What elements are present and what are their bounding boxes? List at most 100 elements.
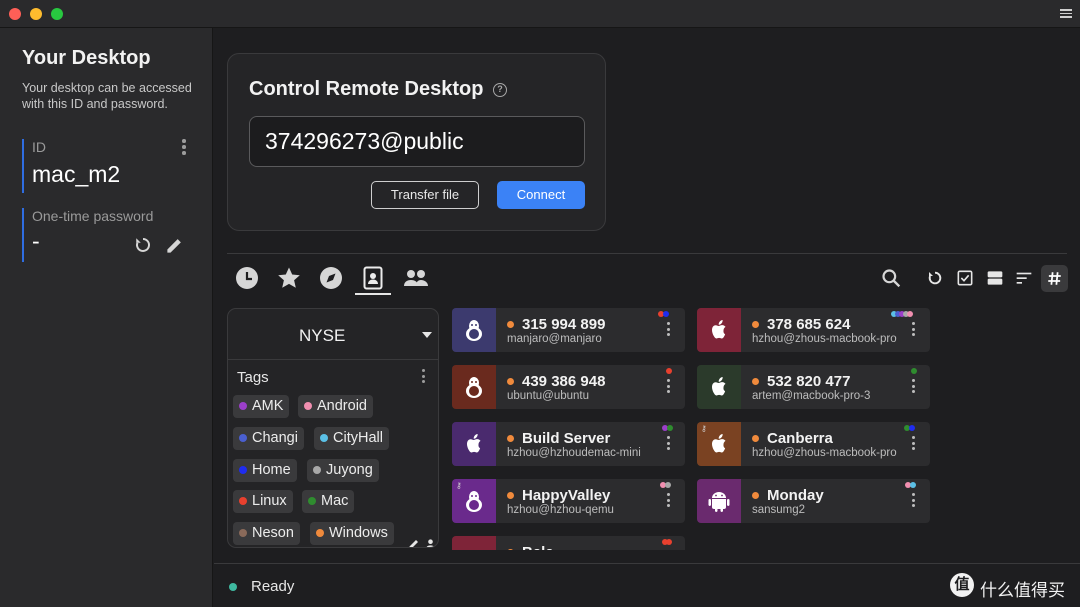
- peer-user: hzhou@hzhoudemac-mini: [507, 447, 641, 459]
- peer-avatar: ⚷: [697, 422, 741, 466]
- key-icon: ⚷: [701, 424, 707, 433]
- remote-id-input[interactable]: [249, 116, 585, 167]
- tag-label: Neson: [252, 525, 294, 541]
- peer-more-icon[interactable]: [912, 379, 916, 396]
- more-options-icon[interactable]: [182, 139, 186, 157]
- peer-card[interactable]: 378 685 624 hzhou@zhous-macbook-pro: [697, 308, 930, 352]
- peer-more-icon[interactable]: [667, 493, 671, 510]
- id-value[interactable]: mac_m2: [32, 161, 192, 188]
- select-checkbox-icon[interactable]: [957, 270, 977, 290]
- help-circle-icon[interactable]: ?: [493, 83, 507, 97]
- peer-id: Bala: [522, 544, 554, 550]
- tag-color-dot: [320, 434, 328, 442]
- peer-card[interactable]: 315 994 899 manjaro@manjaro: [452, 308, 685, 352]
- transfer-file-button[interactable]: Transfer file: [371, 181, 479, 209]
- online-status-dot: [507, 549, 514, 550]
- peer-card[interactable]: 532 820 477 artem@macbook-pro-3: [697, 365, 930, 409]
- linux-tux-icon: [466, 377, 482, 398]
- peer-card[interactable]: ⚷ HappyValley hzhou@hzhou-qemu: [452, 479, 685, 523]
- search-icon[interactable]: [881, 268, 901, 288]
- tag-chip[interactable]: Linux: [233, 490, 293, 513]
- apple-logo-icon: [712, 434, 726, 453]
- edit-pencil-icon[interactable]: [165, 236, 184, 260]
- tag-chip[interactable]: Home: [233, 459, 297, 482]
- peer-card[interactable]: Build Server hzhou@hzhoudemac-mini: [452, 422, 685, 466]
- address-book-icon[interactable]: [361, 266, 385, 290]
- online-status-dot: [507, 492, 514, 499]
- tag-label: Windows: [329, 525, 388, 541]
- peer-more-icon[interactable]: [912, 493, 916, 510]
- peer-more-icon[interactable]: [667, 322, 671, 339]
- discovered-compass-icon[interactable]: [319, 266, 343, 290]
- group-people-icon[interactable]: [403, 266, 428, 290]
- ready-status-dot: [229, 583, 237, 591]
- peer-id: Build Server: [522, 430, 611, 447]
- peer-id: HappyValley: [522, 487, 611, 504]
- sidebar-description: Your desktop can be accessed with this I…: [22, 81, 192, 111]
- tags-more-icon[interactable]: [422, 369, 426, 386]
- sort-icon[interactable]: [1016, 270, 1036, 290]
- tag-label: Home: [252, 462, 291, 478]
- tag-chip[interactable]: Neson: [233, 522, 300, 545]
- list-view-icon[interactable]: [987, 270, 1007, 290]
- peer-card[interactable]: ⚷ Canberra hzhou@zhous-macbook-pro: [697, 422, 930, 466]
- linux-tux-icon: [466, 491, 482, 512]
- refresh-icon[interactable]: [927, 270, 947, 290]
- apple-logo-icon: [467, 434, 481, 453]
- window-close-button[interactable]: [9, 8, 21, 20]
- tag-label: Linux: [252, 493, 287, 509]
- connect-button[interactable]: Connect: [497, 181, 585, 209]
- peer-card[interactable]: Monday sansumg2: [697, 479, 930, 523]
- hash-view-button[interactable]: [1041, 265, 1068, 292]
- tags-title: Tags: [237, 369, 269, 386]
- password-label: One-time password: [32, 208, 154, 224]
- peer-user: hzhou@zhous-macbook-pro: [752, 333, 897, 345]
- peer-card[interactable]: Bala: [452, 536, 685, 550]
- address-book-selector[interactable]: NYSE: [228, 309, 438, 360]
- peer-more-icon[interactable]: [912, 436, 916, 453]
- watermark-logo: 值: [950, 573, 974, 597]
- tag-label: Mac: [321, 493, 349, 509]
- person-icon[interactable]: [425, 537, 436, 547]
- history-clock-icon[interactable]: [235, 266, 259, 290]
- peer-card[interactable]: 439 386 948 ubuntu@ubuntu: [452, 365, 685, 409]
- peer-user: hzhou@zhous-macbook-pro: [752, 447, 897, 459]
- peer-user: ubuntu@ubuntu: [507, 390, 590, 402]
- tag-color-dot: [304, 402, 312, 410]
- window-zoom-button[interactable]: [51, 8, 63, 20]
- peer-more-icon[interactable]: [667, 379, 671, 396]
- tag-chip[interactable]: Changi: [233, 427, 304, 450]
- refresh-icon[interactable]: [134, 236, 152, 259]
- id-label: ID: [32, 139, 46, 155]
- hamburger-menu-icon[interactable]: [1060, 7, 1072, 19]
- tag-label: Juyong: [326, 462, 373, 478]
- edit-pencil-icon[interactable]: [408, 537, 420, 547]
- connect-card: Control Remote Desktop ? Transfer file C…: [227, 53, 606, 231]
- peer-avatar: [697, 308, 741, 352]
- favorites-star-icon[interactable]: [277, 266, 301, 290]
- linux-tux-icon: [466, 320, 482, 341]
- tag-color-dot: [313, 466, 321, 474]
- peer-avatar: [697, 479, 741, 523]
- tag-chip[interactable]: Juyong: [307, 459, 379, 482]
- tag-label: Changi: [252, 430, 298, 446]
- watermark-text: 什么值得买: [980, 581, 1065, 601]
- tag-chip[interactable]: Windows: [310, 522, 394, 545]
- peer-id: Canberra: [767, 430, 833, 447]
- dropdown-arrow-icon[interactable]: [422, 332, 432, 338]
- tag-chip[interactable]: Android: [298, 395, 373, 418]
- section-divider: [227, 253, 1067, 254]
- window-minimize-button[interactable]: [30, 8, 42, 20]
- peer-more-icon[interactable]: [667, 436, 671, 453]
- apple-logo-icon: [712, 320, 726, 339]
- peer-id: 532 820 477: [767, 373, 851, 390]
- tag-chip[interactable]: CityHall: [314, 427, 389, 450]
- peer-avatar: ⚷: [452, 479, 496, 523]
- peer-avatar: [452, 365, 496, 409]
- android-robot-icon: [708, 492, 730, 512]
- tag-chip[interactable]: AMK: [233, 395, 290, 418]
- window-titlebar: [0, 0, 1080, 28]
- tag-chip[interactable]: Mac: [302, 490, 355, 513]
- active-tab-indicator: [355, 293, 391, 295]
- peer-more-icon[interactable]: [912, 322, 916, 339]
